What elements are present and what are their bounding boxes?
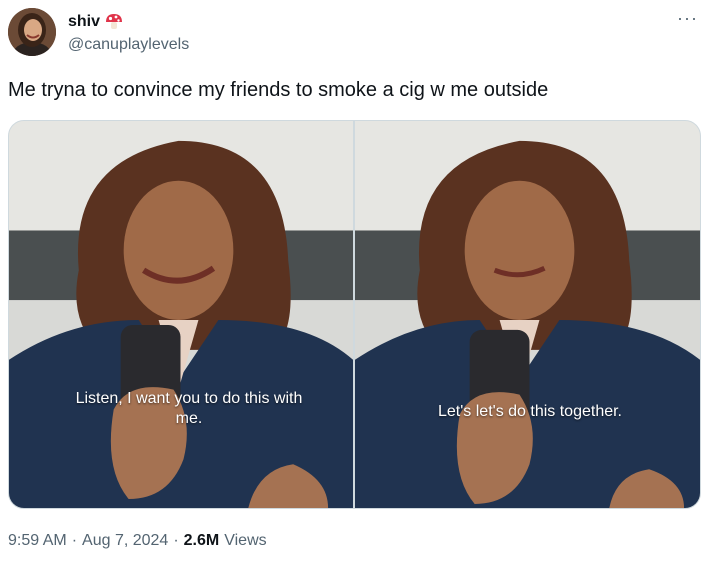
media-grid[interactable]: Listen, I want you to do this with me. L… [8, 120, 701, 509]
views-count[interactable]: 2.6M [184, 532, 220, 550]
author-handle[interactable]: @canuplaylevels [68, 36, 189, 54]
display-name[interactable]: shiv [68, 13, 100, 31]
media-panel-1[interactable]: Listen, I want you to do this with me. [9, 121, 353, 508]
author-name-row: shiv [68, 12, 124, 32]
tweet-meta: 9:59 AM · Aug 7, 2024 · 2.6M Views [8, 532, 267, 550]
media-image-1 [9, 121, 353, 508]
meta-separator: · [71, 532, 78, 549]
views-label: Views [224, 532, 267, 549]
tweet-time[interactable]: 9:59 AM [8, 532, 67, 550]
tweet-text: Me tryna to convince my friends to smoke… [8, 79, 549, 101]
mushroom-icon [104, 12, 124, 32]
media-caption-2: Let's let's do this together. [438, 403, 622, 420]
more-options-icon[interactable]: ··· [677, 9, 698, 27]
media-caption-1: Listen, I want you to do this with me. [75, 390, 303, 427]
meta-separator: · [173, 532, 179, 549]
media-image-2 [355, 121, 700, 508]
tweet-date[interactable]: Aug 7, 2024 [82, 532, 168, 550]
avatar[interactable] [8, 8, 56, 56]
media-panel-2[interactable]: Let's let's do this together. [355, 121, 700, 508]
